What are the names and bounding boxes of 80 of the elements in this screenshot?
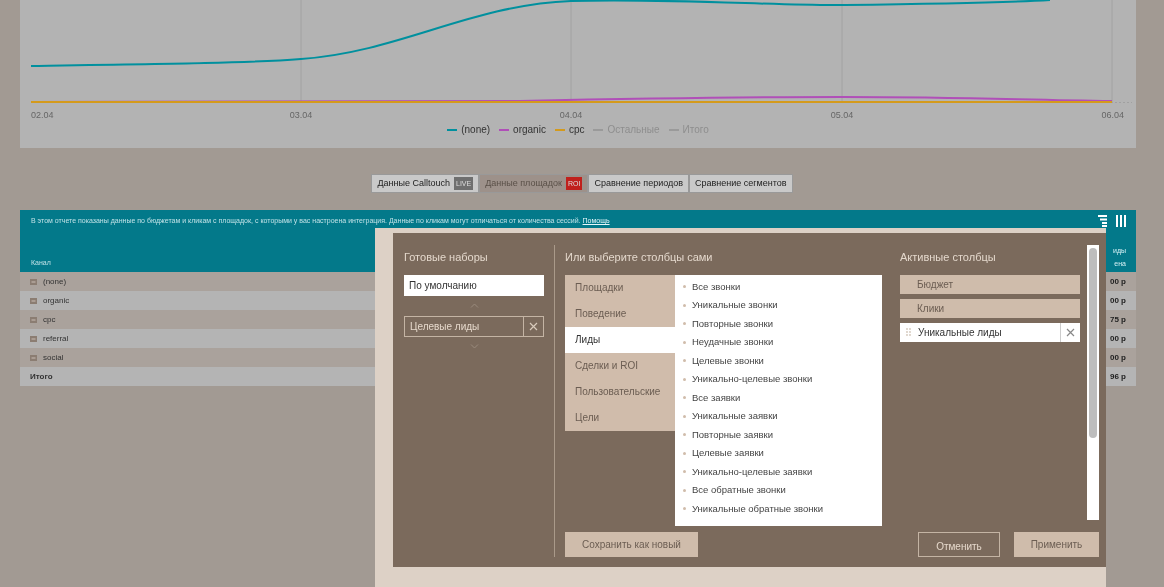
row-label: organic [43,294,70,307]
sort-icon[interactable] [1098,215,1107,227]
bullet-icon [683,488,686,492]
section-title: Активные столбцы [900,250,997,265]
row-label: Итого [30,370,53,383]
collapse-icon[interactable] [30,297,37,304]
table-cell: 75 р [1110,313,1126,326]
close-icon [1066,327,1075,337]
bullet-icon [683,396,686,400]
table-cell: 96 р [1110,370,1126,383]
tab[interactable]: Сравнение сегментов [689,174,793,193]
active-column-item[interactable]: Клики [900,298,1080,318]
bullet-icon [683,377,686,381]
axis-label: 03.04 [289,110,313,120]
chevron-up-icon[interactable] [469,303,479,308]
bullet-icon [683,470,686,474]
axis-label: 05.04 [830,110,854,120]
metric-item[interactable]: Целевые звонки [692,353,764,368]
section-title: Готовые наборы [404,250,489,265]
table-cell: 00 р [1110,351,1126,364]
category-item[interactable]: Пользовательские [565,378,675,405]
chevron-down-icon[interactable] [469,344,479,349]
axis-label: 04.04 [559,110,583,120]
metric-item[interactable]: Повторные звонки [692,316,774,331]
metric-item[interactable]: Целевые заявки [692,446,764,461]
legend-item[interactable]: cpc [554,122,585,137]
collapse-icon[interactable] [30,354,37,361]
metric-item[interactable]: Неудачные звонки [692,335,774,350]
category-item[interactable]: Цели [565,404,675,431]
legend-item[interactable]: (none) [447,122,491,137]
apply-button[interactable]: Применить [1014,532,1099,557]
bullet-icon [683,433,686,437]
scrollbar[interactable] [1087,245,1099,520]
category-item[interactable]: Сделки и ROI [565,352,675,379]
bullet-icon [683,451,686,455]
axis-label: 06.04 [1101,110,1124,120]
metric-item[interactable]: Уникальные обратные звонки [692,501,824,516]
preset-item[interactable]: По умолчанию [404,274,544,296]
bullet-icon [683,507,686,511]
metric-item[interactable]: Все обратные звонки [692,483,786,498]
metric-item[interactable]: Уникальные заявки [692,409,778,424]
bullet-icon [683,340,686,344]
row-label: social [43,351,64,364]
table-cell: 00 р [1110,332,1126,345]
tab-label: Данные Calltouch [377,178,450,189]
section-title: Или выберите столбцы сами [565,250,714,265]
axis-label: 02.04 [31,110,54,120]
table-cell: 00 р [1110,275,1126,288]
metric-item[interactable]: Повторные заявки [692,427,774,442]
row-label: (none) [43,275,67,288]
bullet-icon [683,303,686,307]
close-icon [529,321,538,331]
active-column-item[interactable]: Бюджет [900,274,1080,294]
collapse-icon[interactable] [30,335,37,342]
category-item[interactable]: Поведение [565,300,675,327]
metric-item[interactable]: Уникально-целевые заявки [692,464,813,479]
bullet-icon [683,322,686,326]
metric-item[interactable]: Уникальные звонки [692,298,778,313]
tab[interactable]: Сравнение периодов [588,174,689,193]
metric-item[interactable]: Все заявки [692,390,741,405]
active-column-item[interactable]: Уникальные лиды [900,322,1080,342]
tab-label: Данные площадок [485,178,563,189]
metric-item[interactable]: Все звонки [692,279,741,294]
category-item[interactable]: Площадки [565,274,675,301]
legend-item[interactable]: organic [499,122,546,137]
cancel-button[interactable]: Отменить [918,532,1000,557]
row-label: cpc [43,313,56,326]
table-cell: 00 р [1110,294,1126,307]
category-item[interactable]: Лиды [565,326,675,353]
bullet-icon [683,414,686,418]
collapse-icon[interactable] [30,316,37,323]
bullet-icon [683,359,686,363]
scrollbar-thumb[interactable] [1089,248,1097,438]
save-button[interactable]: Сохранить как новый [565,532,698,557]
metric-item[interactable]: Уникально-целевые звонки [692,372,813,387]
bullet-icon [683,285,686,289]
collapse-icon[interactable] [30,278,37,285]
columns-icon[interactable] [1116,215,1126,227]
preset-item[interactable]: Целевые лиды [404,315,544,337]
row-label: referral [43,332,69,345]
